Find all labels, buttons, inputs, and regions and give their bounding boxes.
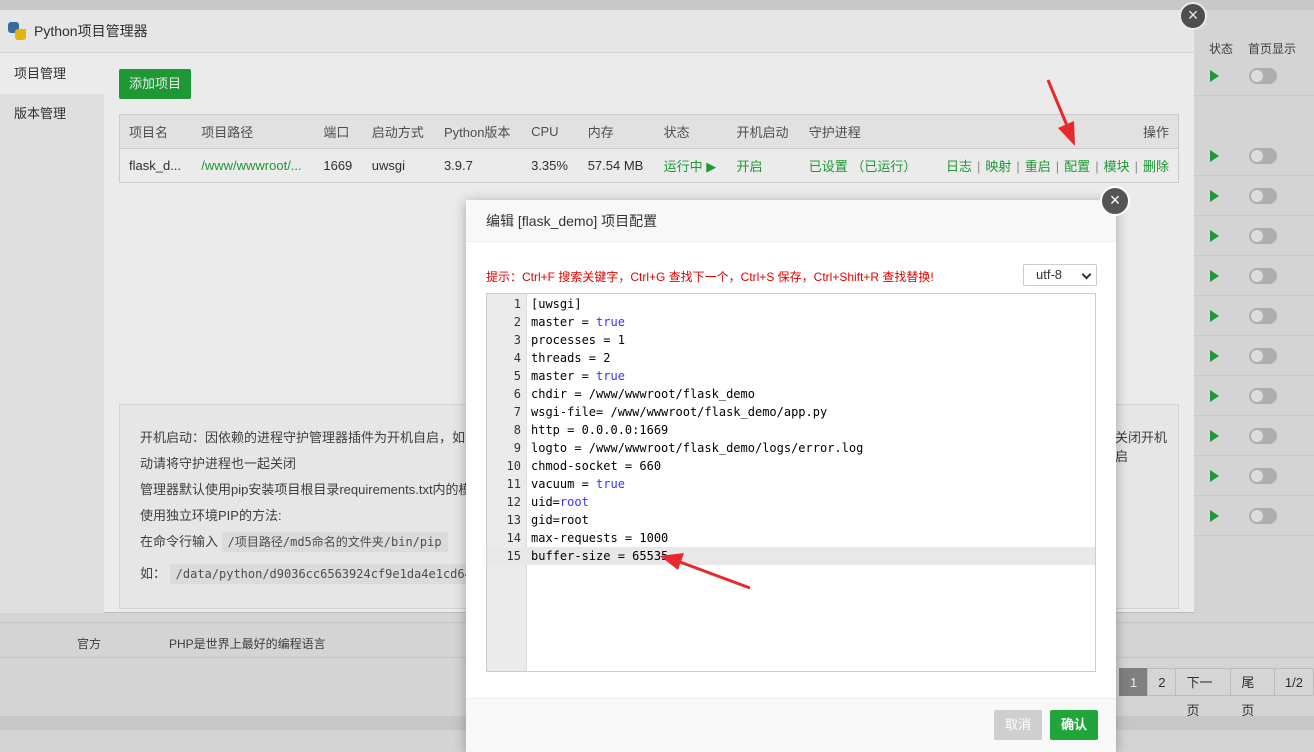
line-number: 12 xyxy=(506,495,521,509)
code-line[interactable]: 12 uid=root xyxy=(487,493,1095,511)
code-keyword: root xyxy=(559,495,589,509)
cancel-button[interactable]: 取消 xyxy=(994,710,1042,740)
line-number: 9 xyxy=(513,441,521,455)
dialog-close-button[interactable]: × xyxy=(1100,186,1130,216)
code-text: http = 0.0.0.0:1669 xyxy=(531,421,668,439)
line-number: 14 xyxy=(506,531,521,545)
code-text: max-requests = 1000 xyxy=(531,529,668,547)
code-token: uid= xyxy=(531,495,560,509)
line-number: 8 xyxy=(513,423,521,437)
confirm-button[interactable]: 确认 xyxy=(1050,710,1098,740)
code-token: vacuum = xyxy=(531,477,597,491)
code-text: gid=root xyxy=(531,511,589,529)
code-token: chmod-socket = 660 xyxy=(531,459,662,473)
dialog-title: 编辑 [flask_demo] 项目配置 xyxy=(466,200,1116,242)
code-text: processes = 1 xyxy=(531,331,625,349)
code-line[interactable]: 4 threads = 2 xyxy=(487,349,1095,367)
code-line[interactable]: 9 logto = /www/wwwroot/flask_demo/logs/er… xyxy=(487,439,1095,457)
line-number: 10 xyxy=(506,459,521,473)
code-text: buffer-size = 65535 xyxy=(531,547,668,565)
encoding-value: utf-8 xyxy=(1036,267,1063,282)
code-keyword: true xyxy=(596,477,625,491)
code-editor[interactable]: 1 [uwsgi] 2 master = true 3 processes = 1 4 thr… xyxy=(486,293,1096,672)
code-text: chmod-socket = 660 xyxy=(531,457,661,475)
code-token: chdir = /www/wwwroot/flask_demo xyxy=(531,387,755,401)
code-token: logto = /www/wwwroot/flask_demo/logs/err… xyxy=(531,441,864,455)
line-number: 3 xyxy=(513,333,521,347)
line-number: 5 xyxy=(513,369,521,383)
code-text: master = true xyxy=(531,367,625,385)
shortcut-tip: 提示：Ctrl+F 搜索关键字，Ctrl+G 查找下一个，Ctrl+S 保存，C… xyxy=(486,270,934,284)
code-token: wsgi-file= /www/wwwroot/flask_demo/app.p… xyxy=(531,405,828,419)
code-keyword: true xyxy=(596,369,625,383)
code-token: http = 0.0.0.0:1669 xyxy=(531,423,669,437)
code-text: wsgi-file= /www/wwwroot/flask_demo/app.p… xyxy=(531,403,827,421)
line-number: 11 xyxy=(506,477,521,491)
code-token: processes = 1 xyxy=(531,333,625,347)
code-text: uid=root xyxy=(531,493,589,511)
code-token: gid=root xyxy=(531,513,589,527)
chevron-down-icon xyxy=(1081,269,1092,280)
line-number: 4 xyxy=(513,351,521,365)
code-token: max-requests = 1000 xyxy=(531,531,669,545)
line-number: 13 xyxy=(506,513,521,527)
edit-config-dialog: 编辑 [flask_demo] 项目配置 × 提示：Ctrl+F 搜索关键字，C… xyxy=(466,186,1130,752)
code-keyword: true xyxy=(596,315,625,329)
code-token: buffer-size = 65535 xyxy=(531,549,669,563)
code-line[interactable]: 14 max-requests = 1000 xyxy=(487,529,1095,547)
code-line[interactable]: 6 chdir = /www/wwwroot/flask_demo xyxy=(487,385,1095,403)
code-line[interactable]: 15 buffer-size = 65535 xyxy=(487,547,1095,565)
code-line[interactable]: 5 master = true xyxy=(487,367,1095,385)
code-text: vacuum = true xyxy=(531,475,625,493)
code-line[interactable]: 13 gid=root xyxy=(487,511,1095,529)
code-line[interactable]: 1 [uwsgi] xyxy=(487,295,1095,313)
code-line[interactable]: 7 wsgi-file= /www/wwwroot/flask_demo/app.… xyxy=(487,403,1095,421)
code-text: master = true xyxy=(531,313,625,331)
code-text: chdir = /www/wwwroot/flask_demo xyxy=(531,385,755,403)
code-text: [uwsgi] xyxy=(531,295,582,313)
line-number: 15 xyxy=(506,549,521,563)
line-number: 6 xyxy=(513,387,521,401)
line-number: 7 xyxy=(513,405,521,419)
code-line[interactable]: 3 processes = 1 xyxy=(487,331,1095,349)
code-line[interactable]: 8 http = 0.0.0.0:1669 xyxy=(487,421,1095,439)
code-line[interactable]: 11 vacuum = true xyxy=(487,475,1095,493)
code-text: logto = /www/wwwroot/flask_demo/logs/err… xyxy=(531,439,863,457)
code-token: master = xyxy=(531,315,597,329)
encoding-select[interactable]: utf-8 xyxy=(1023,264,1097,286)
line-number: 2 xyxy=(513,315,521,329)
dialog-footer: 取消 确认 xyxy=(466,698,1116,752)
code-text: threads = 2 xyxy=(531,349,610,367)
code-token: threads = 2 xyxy=(531,351,611,365)
code-token: master = xyxy=(531,369,597,383)
code-line[interactable]: 10 chmod-socket = 660 xyxy=(487,457,1095,475)
code-line[interactable]: 2 master = true xyxy=(487,313,1095,331)
code-token: [uwsgi] xyxy=(531,297,582,311)
line-number: 1 xyxy=(513,297,521,311)
